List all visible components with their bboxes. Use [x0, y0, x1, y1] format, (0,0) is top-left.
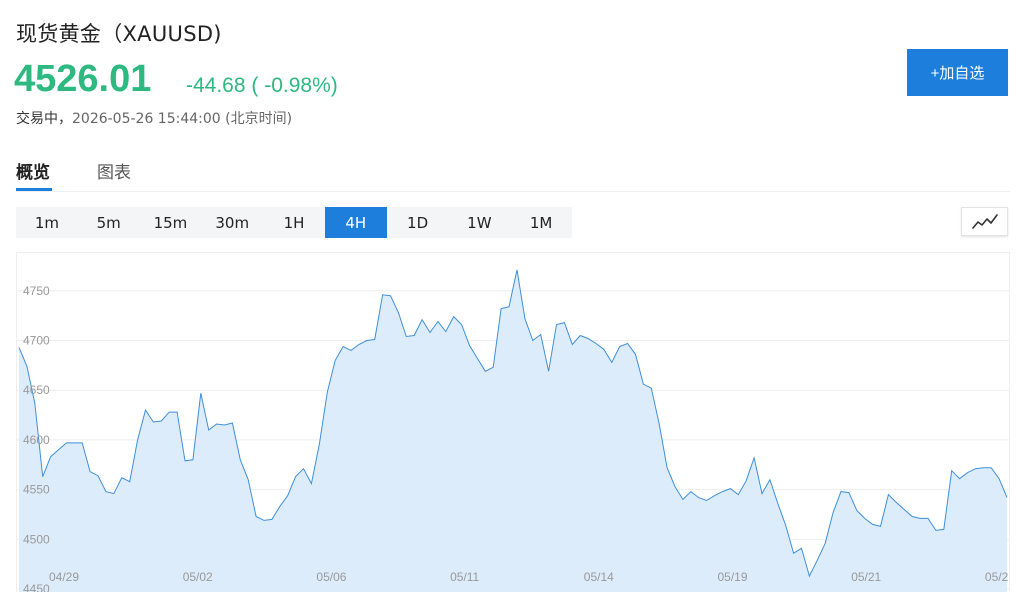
x-tick-label: 05/21	[851, 570, 881, 584]
current-price: 4526.01	[14, 58, 152, 100]
period-1mo[interactable]: 1M	[510, 207, 572, 238]
period-1m[interactable]: 1m	[16, 207, 78, 238]
y-tick-label: 4600	[23, 433, 50, 447]
period-5m[interactable]: 5m	[78, 207, 140, 238]
active-tab-indicator	[16, 188, 52, 191]
y-tick-label: 4750	[23, 284, 50, 298]
x-tick-label: 05/2	[985, 570, 1009, 584]
period-30m[interactable]: 30m	[201, 207, 263, 238]
add-to-watchlist-button[interactable]: +加自选	[907, 49, 1008, 96]
period-selector: 1m 5m 15m 30m 1H 4H 1D 1W 1M	[16, 207, 572, 238]
price-chart: 4450 4500 4550 4600 4650 4700 4750 04/29 05/02 05…	[16, 252, 1010, 592]
y-tick-label: 4450	[23, 582, 50, 592]
x-tick-label: 04/29	[49, 570, 79, 584]
y-tick-label: 4500	[23, 532, 50, 546]
price-area-fill	[19, 269, 1007, 592]
price-change: -44.68 ( -0.98%)	[186, 74, 338, 97]
x-tick-label: 05/19	[718, 570, 748, 584]
page-title: 现货黄金（XAUUSD)	[16, 22, 222, 46]
price-chart-svg: 4450 4500 4550 4600 4650 4700 4750 04/29 05/02 05…	[17, 269, 1009, 592]
x-tick-label: 05/02	[183, 570, 213, 584]
period-15m[interactable]: 15m	[140, 207, 202, 238]
period-1w[interactable]: 1W	[448, 207, 510, 238]
status-timestamp: 2026-05-26 15:44:00 (北京时间)	[72, 111, 293, 127]
period-4h[interactable]: 4H	[324, 207, 387, 238]
x-tick-label: 05/06	[316, 570, 346, 584]
x-tick-label: 05/11	[450, 570, 479, 584]
chart-type-button[interactable]	[961, 207, 1008, 236]
tab-chart[interactable]: 图表	[97, 158, 131, 183]
status-label: 交易中，	[16, 111, 72, 127]
period-1h[interactable]: 1H	[263, 207, 325, 238]
trading-status: 交易中，2026-05-26 15:44:00 (北京时间)	[16, 108, 292, 128]
tab-overview[interactable]: 概览	[16, 158, 50, 183]
tab-bar: 概览 图表	[16, 156, 1010, 192]
period-1d[interactable]: 1D	[387, 207, 449, 238]
y-tick-label: 4550	[23, 483, 50, 497]
line-chart-icon	[971, 213, 998, 229]
y-tick-label: 4650	[23, 383, 50, 397]
x-tick-label: 05/14	[584, 570, 614, 584]
y-tick-label: 4700	[23, 333, 50, 347]
